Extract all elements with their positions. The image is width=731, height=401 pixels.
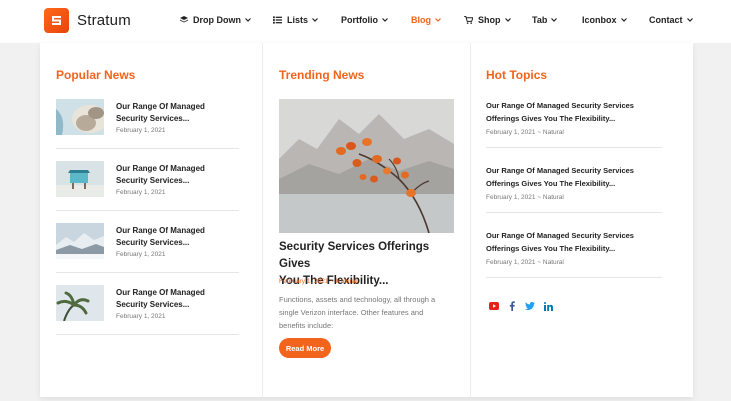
post-thumbnail[interactable]	[56, 223, 104, 259]
brand-logo[interactable]: Stratum	[44, 8, 131, 33]
list-item[interactable]: Our Range Of Managed Security Services...…	[56, 99, 239, 161]
chevron-down-icon	[504, 18, 511, 22]
post-meta: February 1, 2021 ~ Natural	[486, 194, 564, 201]
twitter-icon[interactable]	[525, 301, 535, 311]
list-item[interactable]: Our Range Of Managed Security Services...…	[56, 161, 239, 223]
brand-name: Stratum	[77, 12, 131, 29]
divider	[56, 148, 239, 149]
list-item[interactable]: Our Range Of Managed Security Services Of…	[486, 100, 664, 164]
nav-item-lists[interactable]: Lists	[273, 15, 318, 25]
chevron-down-icon	[551, 18, 558, 22]
nav-item-tab[interactable]: Tab	[532, 15, 558, 25]
nav-item-shop[interactable]: Shop	[464, 15, 511, 25]
cart-icon	[464, 16, 473, 24]
divider	[56, 334, 239, 335]
nav-label: Drop Down	[193, 15, 241, 25]
divider	[486, 147, 662, 148]
chevron-down-icon	[686, 18, 693, 22]
trending-news-title: Trending News	[279, 68, 365, 82]
chevron-down-icon	[620, 18, 627, 22]
list-item[interactable]: Our Range Of Managed Security Services...…	[56, 285, 239, 347]
nav-label: Lists	[287, 15, 309, 25]
post-meta: February 1, 2021 ~ Natural	[486, 129, 564, 136]
nav-label: Iconbox	[582, 15, 617, 25]
divider	[486, 277, 662, 278]
blog-mega-menu: Popular News Our Range Of Managed Securit…	[40, 43, 693, 397]
nav-item-portfolio[interactable]: Portfolio	[341, 15, 388, 25]
post-title[interactable]: Our Range Of Managed Security Services Of…	[486, 165, 664, 190]
stratum-logo-icon	[44, 8, 69, 33]
youtube-icon[interactable]	[489, 301, 499, 311]
post-title[interactable]: Our Range Of Managed Security Services...	[116, 101, 236, 125]
popular-news-title: Popular News	[56, 68, 136, 82]
post-date: February 1, 2021	[116, 313, 166, 320]
post-title[interactable]: Our Range Of Managed Security Services Of…	[486, 230, 664, 255]
post-title[interactable]: Our Range Of Managed Security Services...	[116, 163, 236, 187]
hot-topics-title: Hot Topics	[486, 68, 548, 82]
header-bar: Stratum Drop Down Lists Portfolio Blog S…	[0, 0, 731, 43]
facebook-icon[interactable]	[507, 301, 517, 311]
list-item[interactable]: Our Range Of Managed Security Services Of…	[486, 165, 664, 229]
nav-label: Blog	[411, 15, 431, 25]
list-item[interactable]: Our Range Of Managed Security Services...…	[56, 223, 239, 285]
divider	[486, 212, 662, 213]
nav-label: Tab	[532, 15, 548, 25]
post-thumbnail[interactable]	[56, 285, 104, 321]
post-meta: February 1, 2021 ~ Natural	[486, 259, 564, 266]
nav-label: Shop	[478, 15, 501, 25]
post-thumbnail[interactable]	[56, 99, 104, 135]
nav-item-blog[interactable]: Blog	[411, 15, 441, 25]
nav-item-drop-down[interactable]: Drop Down	[180, 15, 251, 25]
nav-label: Contact	[649, 15, 683, 25]
nav-label: Portfolio	[341, 15, 378, 25]
featured-post-meta: February 1, 2021 ~ Natural	[279, 278, 357, 285]
post-date: February 1, 2021	[116, 127, 166, 134]
column-divider	[470, 43, 471, 397]
chevron-down-icon	[435, 18, 441, 22]
chevron-down-icon	[382, 18, 388, 22]
social-links	[489, 301, 553, 311]
post-thumbnail[interactable]	[56, 161, 104, 197]
linkedin-icon[interactable]	[543, 301, 553, 311]
list-item[interactable]: Our Range Of Managed Security Services Of…	[486, 230, 664, 294]
nav-item-contact[interactable]: Contact	[649, 15, 693, 25]
post-date: February 1, 2021	[116, 189, 166, 196]
list-icon	[273, 16, 282, 24]
divider	[56, 272, 239, 273]
layers-icon	[180, 16, 188, 24]
featured-post-image[interactable]	[279, 99, 454, 233]
column-divider	[262, 43, 263, 397]
post-title[interactable]: Our Range Of Managed Security Services Of…	[486, 100, 664, 125]
post-title[interactable]: Our Range Of Managed Security Services...	[116, 225, 236, 249]
read-more-button[interactable]: Read More	[279, 338, 331, 358]
post-title[interactable]: Our Range Of Managed Security Services...	[116, 287, 236, 311]
post-date: February 1, 2021	[116, 251, 166, 258]
chevron-down-icon	[312, 18, 318, 22]
chevron-down-icon	[245, 18, 251, 22]
featured-post-excerpt: Functions, assets and technology, all th…	[279, 295, 436, 330]
divider	[56, 210, 239, 211]
nav-item-iconbox[interactable]: Iconbox	[582, 15, 627, 25]
